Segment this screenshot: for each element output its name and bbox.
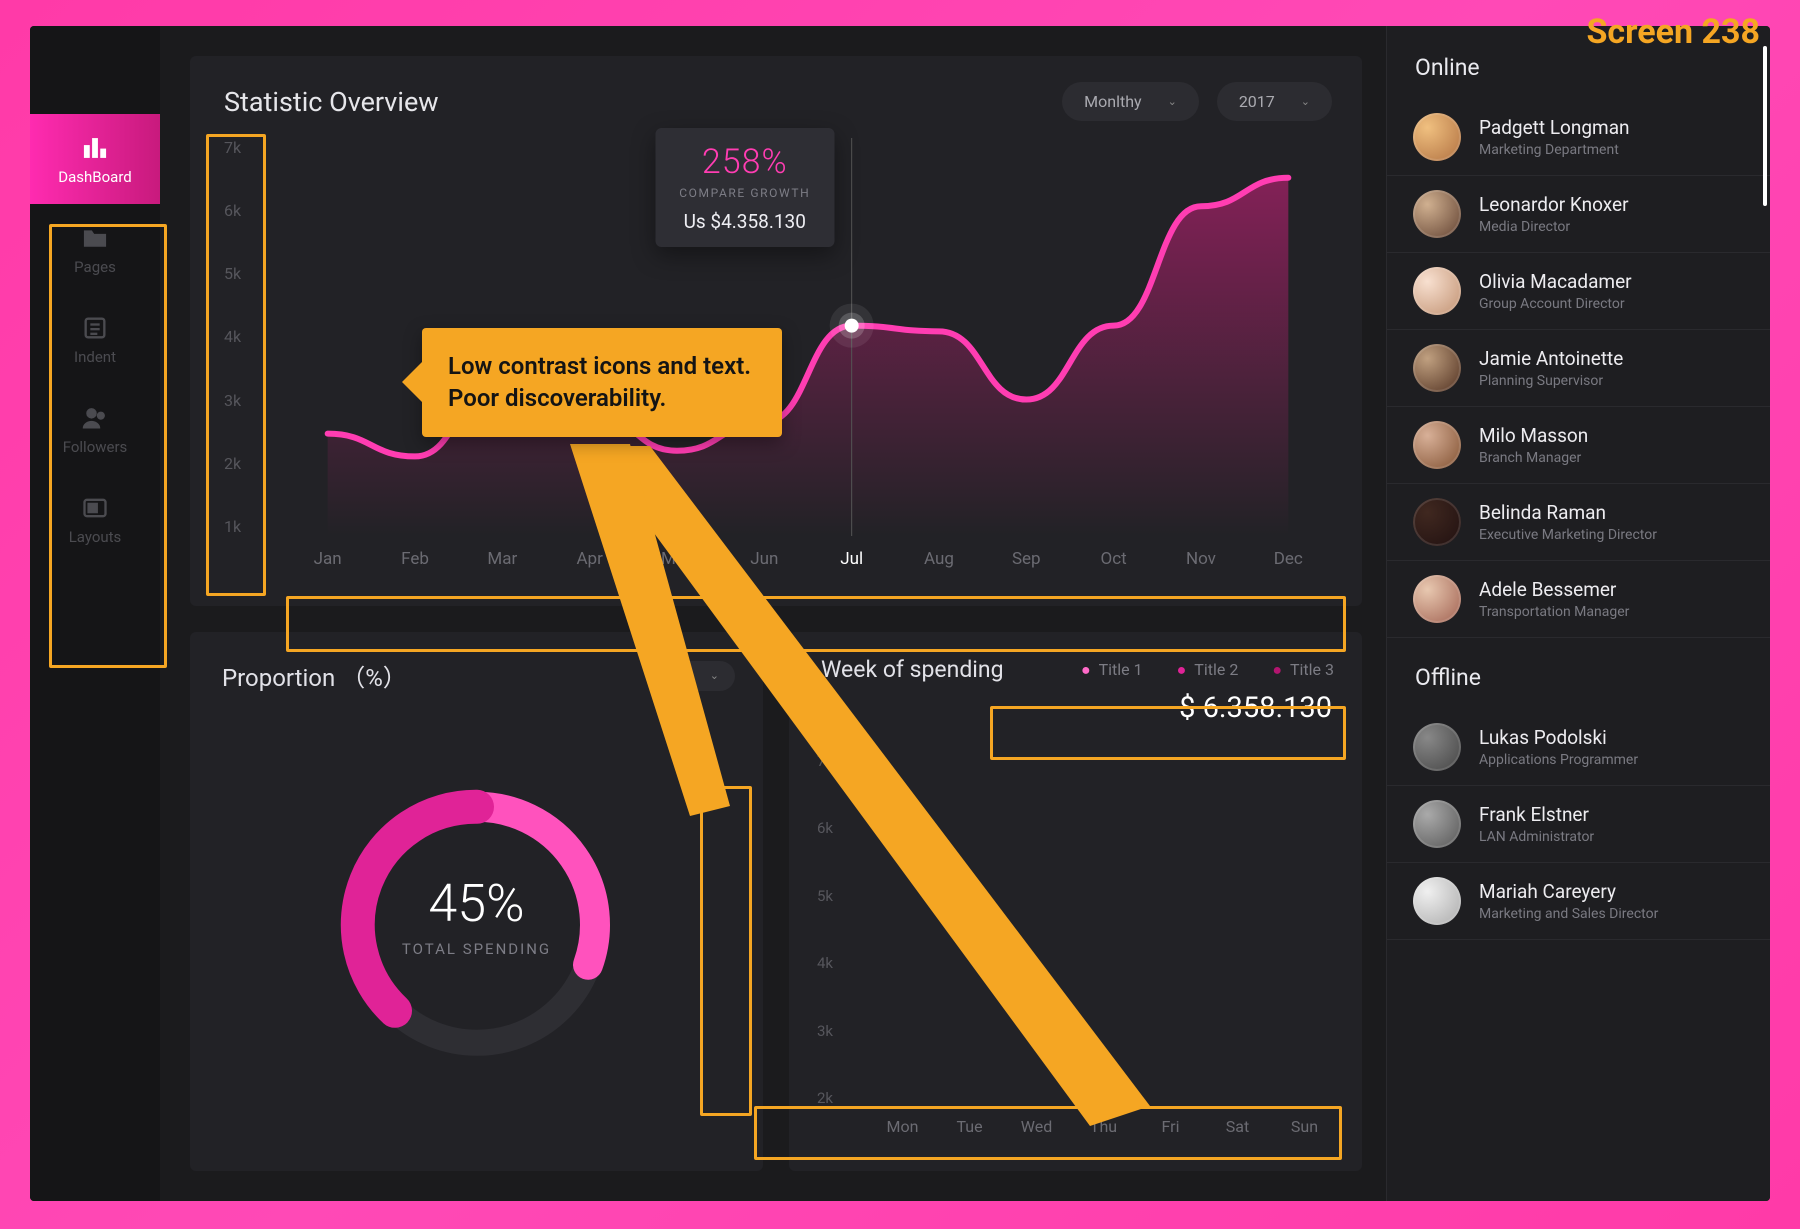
period-select-value: Monlthy <box>1084 92 1141 111</box>
person-name: Olivia Macadamer <box>1479 270 1632 293</box>
legend-item[interactable]: Title 1 <box>1081 660 1143 680</box>
week-title: Week of spending <box>821 656 1004 683</box>
annotation-callout: Low contrast icons and text. Poor discov… <box>422 328 782 437</box>
sidebar-item-label: Pages <box>74 258 116 276</box>
avatar <box>1413 723 1461 771</box>
person-role: Media Director <box>1479 219 1629 235</box>
year-select-value: 2017 <box>1239 92 1275 111</box>
person-role: LAN Administrator <box>1479 829 1594 845</box>
person-role: Branch Manager <box>1479 450 1588 466</box>
scrollbar-thumb[interactable] <box>1763 46 1767 206</box>
right-panel[interactable]: Online Padgett Longman Marketing Departm… <box>1386 26 1770 1201</box>
card-week-spending: Week of spending Title 1 Title 2 Title 3… <box>789 632 1362 1171</box>
legend-item[interactable]: Title 3 <box>1272 660 1334 680</box>
app-frame: DashBoard Pages Indent Followers Layouts <box>30 26 1770 1201</box>
person-role: Planning Supervisor <box>1479 373 1623 389</box>
tooltip-percent: 258% <box>679 142 810 182</box>
sidebar-item-label: Followers <box>63 438 128 456</box>
week-bars[interactable] <box>869 752 1338 1107</box>
tooltip-value: Us $4.358.130 <box>679 210 810 233</box>
person-name: Milo Masson <box>1479 424 1588 447</box>
person-role: Applications Programmer <box>1479 752 1638 768</box>
offline-heading: Offline <box>1387 638 1770 709</box>
stat-x-axis: JanFebMarAprMayJunJulAugSepOctNovDec <box>284 536 1332 582</box>
person-row[interactable]: Frank Elstner LAN Administrator <box>1387 786 1770 863</box>
sidebar-item-dashboard[interactable]: DashBoard <box>30 114 160 204</box>
sidebar-item-label: DashBoard <box>58 168 131 186</box>
sidebar: DashBoard Pages Indent Followers Layouts <box>30 26 160 1201</box>
stat-y-axis: 7k 6k 5k 4k 3k 2k 1k <box>224 138 270 536</box>
bar-chart-icon <box>81 134 109 158</box>
list-icon <box>81 314 109 338</box>
person-name: Padgett Longman <box>1479 116 1630 139</box>
proportion-subtitle: TOTAL SPENDING <box>402 940 551 958</box>
legend-item[interactable]: Title 2 <box>1177 660 1239 680</box>
person-row[interactable]: Padgett Longman Marketing Department <box>1387 99 1770 176</box>
online-heading: Online <box>1387 54 1770 99</box>
sidebar-item-label: Indent <box>74 348 116 366</box>
sidebar-item-followers[interactable]: Followers <box>30 384 160 474</box>
avatar <box>1413 800 1461 848</box>
chevron-down-icon: ⌄ <box>1301 95 1310 108</box>
person-name: Jamie Antoinette <box>1479 347 1623 370</box>
person-role: Group Account Director <box>1479 296 1632 312</box>
week-chart: 7k 6k 5k 4k 3k 2k <box>817 752 1338 1147</box>
proportion-select-value: Jul <box>665 668 684 684</box>
person-row[interactable]: Belinda Raman Executive Marketing Direct… <box>1387 484 1770 561</box>
avatar <box>1413 575 1461 623</box>
person-name: Lukas Podolski <box>1479 726 1638 749</box>
person-row[interactable]: Jamie Antoinette Planning Supervisor <box>1387 330 1770 407</box>
week-legend: Title 1 Title 2 Title 3 <box>1081 660 1334 680</box>
person-row[interactable]: Mariah Careyery Marketing and Sales Dire… <box>1387 863 1770 940</box>
sidebar-item-pages[interactable]: Pages <box>30 204 160 294</box>
avatar <box>1413 190 1461 238</box>
stat-title: Statistic Overview <box>224 86 439 118</box>
chevron-down-icon: ⌄ <box>1168 95 1177 108</box>
person-row[interactable]: Leonardor Knoxer Media Director <box>1387 176 1770 253</box>
person-name: Mariah Careyery <box>1479 880 1658 903</box>
chevron-down-icon: ⌄ <box>710 669 719 682</box>
users-icon <box>81 404 109 428</box>
stat-tooltip: 258% COMPARE GROWTH Us $4.358.130 <box>655 128 834 247</box>
person-name: Leonardor Knoxer <box>1479 193 1629 216</box>
main-area: Statistic Overview Monlthy ⌄ 2017 ⌄ 7k 6… <box>160 26 1386 1201</box>
avatar <box>1413 877 1461 925</box>
avatar <box>1413 113 1461 161</box>
avatar <box>1413 344 1461 392</box>
person-name: Frank Elstner <box>1479 803 1594 826</box>
person-role: Marketing Department <box>1479 142 1630 158</box>
sidebar-item-label: Layouts <box>69 528 122 546</box>
proportion-select[interactable]: Jul ⌄ <box>649 661 735 691</box>
screen-tag: Screen 238 <box>1586 12 1760 52</box>
avatar <box>1413 421 1461 469</box>
week-total: $ 6.358.130 <box>789 687 1362 725</box>
period-select[interactable]: Monlthy ⌄ <box>1062 82 1199 121</box>
proportion-percent: 45% <box>402 873 551 934</box>
person-role: Marketing and Sales Director <box>1479 906 1658 922</box>
week-y-axis: 7k 6k 5k 4k 3k 2k <box>817 752 857 1107</box>
card-proportion: Proportion （%） Jul ⌄ 45% TOTAL SPENDING <box>190 632 763 1171</box>
tooltip-label: COMPARE GROWTH <box>679 186 810 200</box>
sidebar-item-layouts[interactable]: Layouts <box>30 474 160 564</box>
year-select[interactable]: 2017 ⌄ <box>1217 82 1332 121</box>
avatar <box>1413 498 1461 546</box>
week-x-axis: MonTueWedThuFriSatSun <box>869 1107 1338 1147</box>
person-name: Belinda Raman <box>1479 501 1657 524</box>
person-row[interactable]: Adele Bessemer Transportation Manager <box>1387 561 1770 638</box>
sidebar-item-indent[interactable]: Indent <box>30 294 160 384</box>
person-row[interactable]: Lukas Podolski Applications Programmer <box>1387 709 1770 786</box>
layout-icon <box>81 494 109 518</box>
person-name: Adele Bessemer <box>1479 578 1629 601</box>
avatar <box>1413 267 1461 315</box>
proportion-title: Proportion （%） <box>222 658 407 693</box>
person-row[interactable]: Milo Masson Branch Manager <box>1387 407 1770 484</box>
folder-icon <box>81 224 109 248</box>
person-row[interactable]: Olivia Macadamer Group Account Director <box>1387 253 1770 330</box>
person-role: Executive Marketing Director <box>1479 527 1657 543</box>
person-role: Transportation Manager <box>1479 604 1629 620</box>
